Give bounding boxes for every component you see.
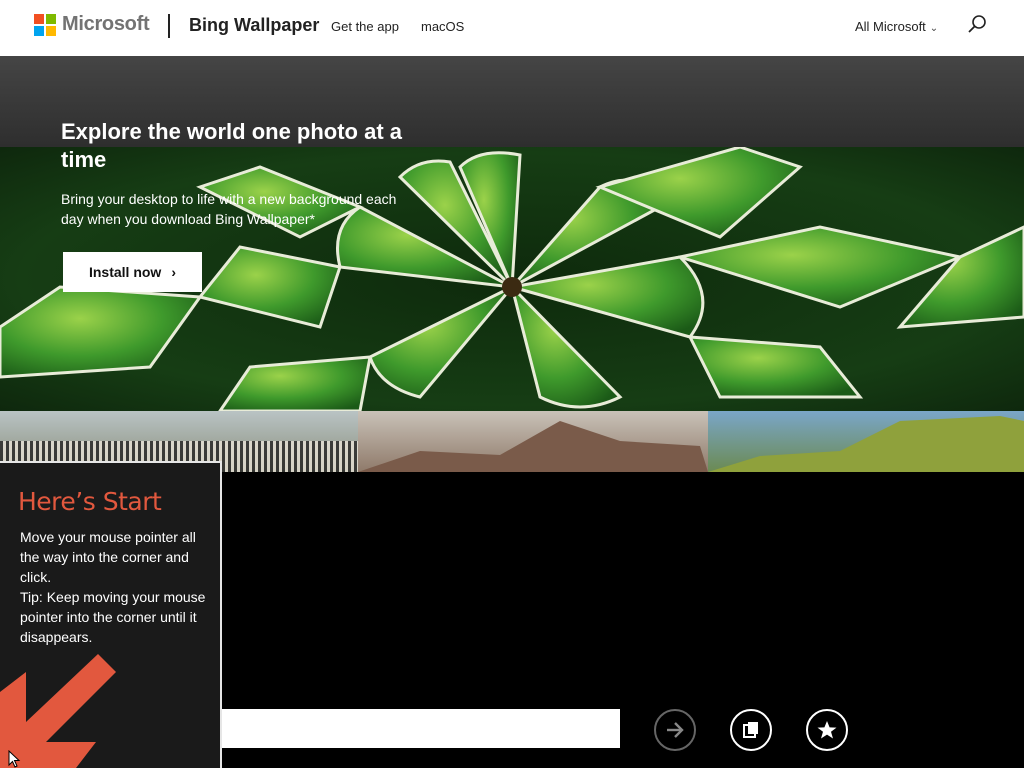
install-now-label: Install now [88,264,162,280]
install-now-button[interactable]: Install now › [63,252,202,292]
search-input[interactable] [222,709,620,748]
all-microsoft-label: All Microsoft [855,19,926,34]
nav-get-the-app[interactable]: Get the app [331,19,399,34]
start-tip-body: Move your mouse pointer all the way into… [20,527,210,647]
chevron-down-icon: ⌄ [929,23,939,34]
hero-section: Explore the world one photo at a time Br… [0,56,1024,411]
chevron-right-icon: › [171,264,176,280]
all-microsoft-menu[interactable]: All Microsoft ⌄ [855,19,938,34]
start-tip-title: Here’s Start [18,487,162,516]
mountain-thumbnail[interactable] [358,411,708,472]
hills-thumbnail[interactable] [708,411,1024,472]
search-icon[interactable] [966,14,988,36]
start-tip-line: Move your mouse pointer all the way into… [20,529,196,585]
nav-macos[interactable]: macOS [421,19,464,34]
arrow-right-button[interactable] [654,709,696,751]
favorite-button[interactable] [806,709,848,751]
copy-icon [743,722,758,738]
copy-button[interactable] [730,709,772,751]
hero-subtitle: Bring your desktop to life with a new ba… [61,191,397,227]
microsoft-wordmark[interactable]: Microsoft [62,13,150,36]
header-divider [168,14,170,38]
star-icon [817,721,837,739]
hero-title: Explore the world one photo at a time [61,119,403,172]
start-tip-line: Tip: Keep moving your mouse pointer into… [20,589,206,645]
product-title[interactable]: Bing Wallpaper [189,15,319,36]
mouse-cursor-icon [8,750,21,768]
page: Microsoft Bing Wallpaper Get the app mac… [0,0,1024,768]
microsoft-logo-icon[interactable] [34,14,56,36]
start-tip-panel: Here’s Start Move your mouse pointer all… [0,461,222,768]
site-header: Microsoft Bing Wallpaper Get the app mac… [0,0,1024,56]
arrow-right-icon [667,722,684,738]
